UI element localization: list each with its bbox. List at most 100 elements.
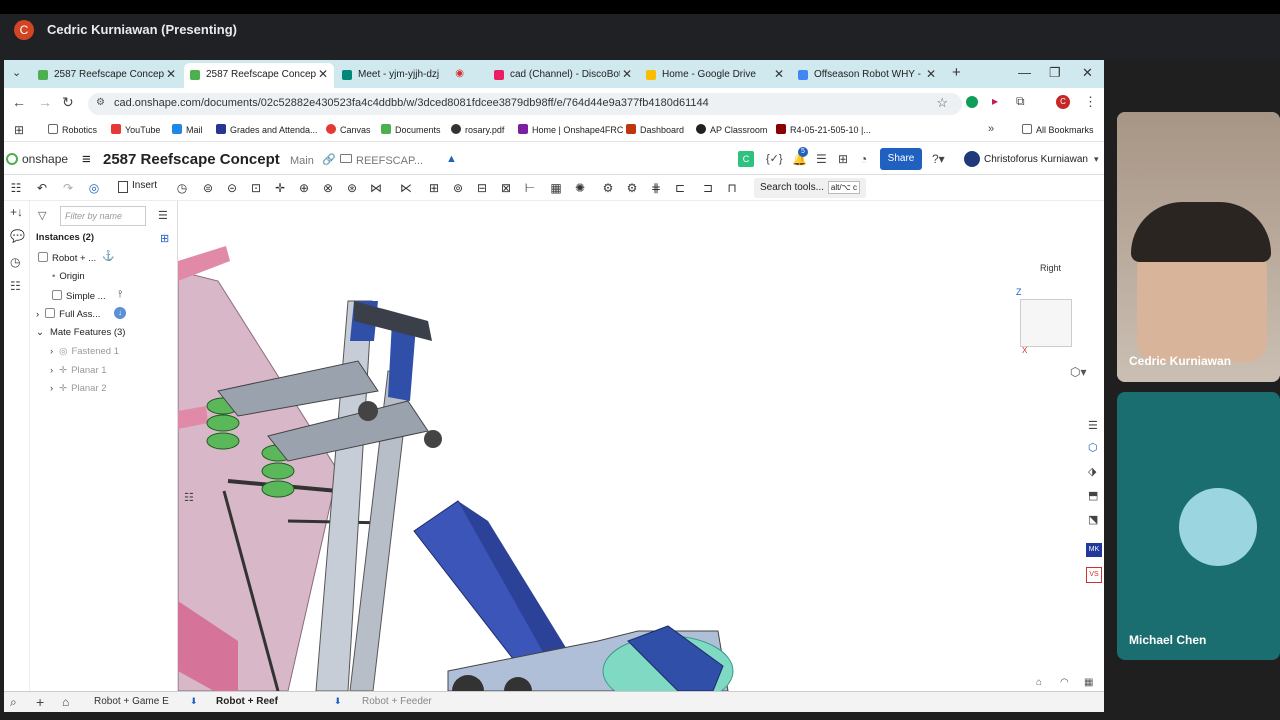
pin-slot-icon[interactable]: ⊗ bbox=[320, 180, 336, 196]
variable-icon[interactable]: {✓} bbox=[766, 152, 783, 165]
grammarly-icon[interactable] bbox=[966, 96, 978, 108]
bookmark-item[interactable]: Dashboard bbox=[626, 124, 684, 135]
mates-icon[interactable]: ⬗ bbox=[1088, 465, 1096, 478]
tangent-mate-icon[interactable]: ⋉ bbox=[398, 180, 414, 196]
branch-label[interactable]: Main bbox=[290, 155, 314, 167]
participant-tile-cedric[interactable]: Cedric Kurniawan bbox=[1117, 112, 1280, 382]
collaborator-avatar[interactable]: C bbox=[738, 151, 754, 167]
parallel-mate-icon[interactable]: ⋈ bbox=[368, 180, 384, 196]
bookmark-item[interactable]: Robotics bbox=[48, 124, 97, 135]
forward-icon[interactable]: → bbox=[38, 94, 52, 110]
hamburger-menu-icon[interactable]: ≡ bbox=[82, 151, 91, 168]
mirror-icon[interactable]: ⊢ bbox=[522, 180, 538, 196]
url-text[interactable]: cad.onshape.com/documents/02c52882e43052… bbox=[114, 97, 709, 109]
bookmark-item[interactable]: YouTube bbox=[111, 124, 160, 135]
user-avatar[interactable] bbox=[964, 151, 980, 167]
tab-robot-reef-active[interactable]: Robot + Reef bbox=[216, 696, 278, 707]
filter-by-name-input[interactable]: Filter by name bbox=[60, 206, 146, 226]
browser-tab[interactable]: cad (Channel) - DiscoBots ✕ bbox=[488, 63, 638, 88]
menu-icon[interactable]: ⋮ bbox=[1084, 94, 1097, 110]
bookmark-item[interactable]: Grades and Attenda... bbox=[216, 124, 318, 135]
site-info-icon[interactable]: ⚙ bbox=[96, 97, 105, 108]
bom-list-icon[interactable]: ☷ bbox=[10, 279, 24, 293]
pattern-icon[interactable]: ⊠ bbox=[498, 180, 514, 196]
render-icon[interactable]: ⬒ bbox=[1088, 489, 1098, 502]
tab-search-icon[interactable]: ⌄ bbox=[12, 66, 21, 79]
add-tab-icon[interactable]: + bbox=[36, 694, 44, 710]
tree-item-simple[interactable]: Simple ... bbox=[52, 290, 106, 302]
timer-icon[interactable]: ◷ bbox=[174, 180, 190, 196]
tab-robot-feeder[interactable]: Robot + Feeder bbox=[362, 696, 432, 707]
browser-tab[interactable]: Offseason Robot WHY - G ✕ bbox=[792, 63, 942, 88]
planar-mate-icon[interactable]: ✛ bbox=[272, 180, 288, 196]
ball-mate-icon[interactable]: ⊛ bbox=[344, 180, 360, 196]
appearance-icon[interactable]: ☰ bbox=[1088, 419, 1098, 432]
bookmark-item[interactable]: rosary.pdf bbox=[451, 124, 504, 135]
explode-icon[interactable]: ✺ bbox=[572, 180, 588, 196]
filter-icon[interactable]: ▽ bbox=[38, 209, 46, 222]
search-icon[interactable]: ⌕ bbox=[10, 695, 17, 710]
history-icon[interactable]: ◷ bbox=[10, 255, 24, 269]
close-window-icon[interactable]: ✕ bbox=[1082, 65, 1093, 81]
folder-label[interactable]: REEFSCAP... bbox=[356, 155, 423, 167]
feature-list-toggle-icon[interactable]: ☷ bbox=[184, 491, 194, 504]
extensions-puzzle-icon[interactable]: ⧉ bbox=[1016, 94, 1025, 109]
configurations-icon[interactable]: ⬡ bbox=[1088, 441, 1098, 454]
mate-connector-icon[interactable]: ⊞ bbox=[426, 180, 442, 196]
mate-features-header[interactable]: ⌄ Mate Features (3) bbox=[36, 327, 125, 338]
search-tools-input[interactable]: Search tools... alt/⌥ c bbox=[754, 178, 866, 198]
profile-avatar[interactable]: C bbox=[1056, 95, 1070, 109]
learning-icon[interactable]: ◔ bbox=[860, 152, 867, 166]
appearance-panel-icon[interactable]: ⬔ bbox=[1088, 513, 1098, 526]
bookmark-item[interactable]: Home | Onshape4FRC bbox=[518, 124, 623, 135]
close-icon[interactable]: ✕ bbox=[318, 67, 328, 81]
cylindrical-mate-icon[interactable]: ⊕ bbox=[296, 180, 312, 196]
education-icon[interactable]: ▲ bbox=[446, 153, 457, 165]
redo-icon[interactable]: ↷ bbox=[60, 180, 76, 196]
participant-tile-michael[interactable]: Michael Chen bbox=[1117, 392, 1280, 660]
tree-item-robot[interactable]: Robot + ... bbox=[38, 252, 96, 264]
regenerate-icon[interactable]: ◎ bbox=[86, 180, 102, 196]
download-icon[interactable]: ↓ bbox=[114, 307, 126, 319]
linear-relation-icon[interactable]: ⊏ bbox=[672, 180, 688, 196]
view-cube[interactable] bbox=[1020, 299, 1072, 347]
home-icon[interactable]: ⌂ bbox=[62, 695, 69, 709]
minimize-icon[interactable]: — bbox=[1018, 65, 1031, 80]
view-options-icon[interactable]: ⬡▾ bbox=[1070, 365, 1087, 379]
document-title[interactable]: 2587 Reefscape Concept bbox=[103, 151, 280, 168]
link-icon[interactable]: 🔗 bbox=[322, 153, 336, 166]
close-icon[interactable]: ✕ bbox=[622, 67, 632, 81]
robot-model[interactable] bbox=[178, 201, 1104, 691]
bookmark-item[interactable]: Canvas bbox=[326, 124, 371, 135]
vs-app-icon[interactable]: VS bbox=[1086, 567, 1102, 583]
browser-tab[interactable]: Meet - yjm-yjjh-dzj ◉ bbox=[336, 63, 486, 88]
cad-viewport[interactable]: Z X Right ⬡▾ ☰ ⬡ ⬗ ⬒ ⬔ MK VS ⌂ ◠ ▦ ☷ bbox=[178, 201, 1104, 691]
render-mode-icon[interactable]: ⌂ bbox=[1036, 677, 1042, 688]
tab-robot-game[interactable]: Robot + Game E bbox=[94, 696, 169, 707]
fastened-mate-icon[interactable]: ⊜ bbox=[200, 180, 216, 196]
group-icon[interactable]: ⊚ bbox=[450, 180, 466, 196]
bookmark-star-icon[interactable]: ☆ bbox=[936, 95, 948, 111]
feature-list-icon[interactable]: ☷ bbox=[8, 180, 24, 196]
browser-tab-active[interactable]: 2587 Reefscape Concept | ✕ bbox=[184, 63, 334, 88]
tree-item-mate[interactable]: › ✛ Planar 1 bbox=[50, 365, 107, 376]
bookmark-item[interactable]: Documents bbox=[381, 124, 441, 135]
new-folder-icon[interactable]: ⊞ bbox=[160, 232, 169, 245]
revolute-mate-icon[interactable]: ⊝ bbox=[224, 180, 240, 196]
user-name[interactable]: Christoforus Kurniawan bbox=[984, 154, 1088, 165]
new-tab-icon[interactable]: + bbox=[952, 64, 961, 81]
gear-relation-icon[interactable]: ⚙ bbox=[600, 180, 616, 196]
onshape-wordmark[interactable]: onshape bbox=[22, 152, 68, 166]
insert-button[interactable]: Insert bbox=[132, 180, 157, 191]
undo-icon[interactable]: ↶ bbox=[34, 180, 50, 196]
maximize-icon[interactable]: ❐ bbox=[1049, 65, 1061, 81]
bom-icon[interactable]: ⊓ bbox=[724, 180, 740, 196]
browser-tab[interactable]: Home - Google Drive ✕ bbox=[640, 63, 790, 88]
properties-icon[interactable]: ☰ bbox=[816, 152, 827, 166]
instances-header[interactable]: Instances (2) bbox=[36, 232, 94, 243]
more-bookmarks-icon[interactable]: » bbox=[988, 123, 994, 135]
tree-item-mate[interactable]: › ✛ Planar 2 bbox=[50, 383, 107, 394]
extension-icon[interactable]: ▸ bbox=[992, 94, 998, 108]
measure-icon[interactable]: ⊐ bbox=[700, 180, 716, 196]
display-icon[interactable]: ▦ bbox=[1084, 677, 1093, 688]
